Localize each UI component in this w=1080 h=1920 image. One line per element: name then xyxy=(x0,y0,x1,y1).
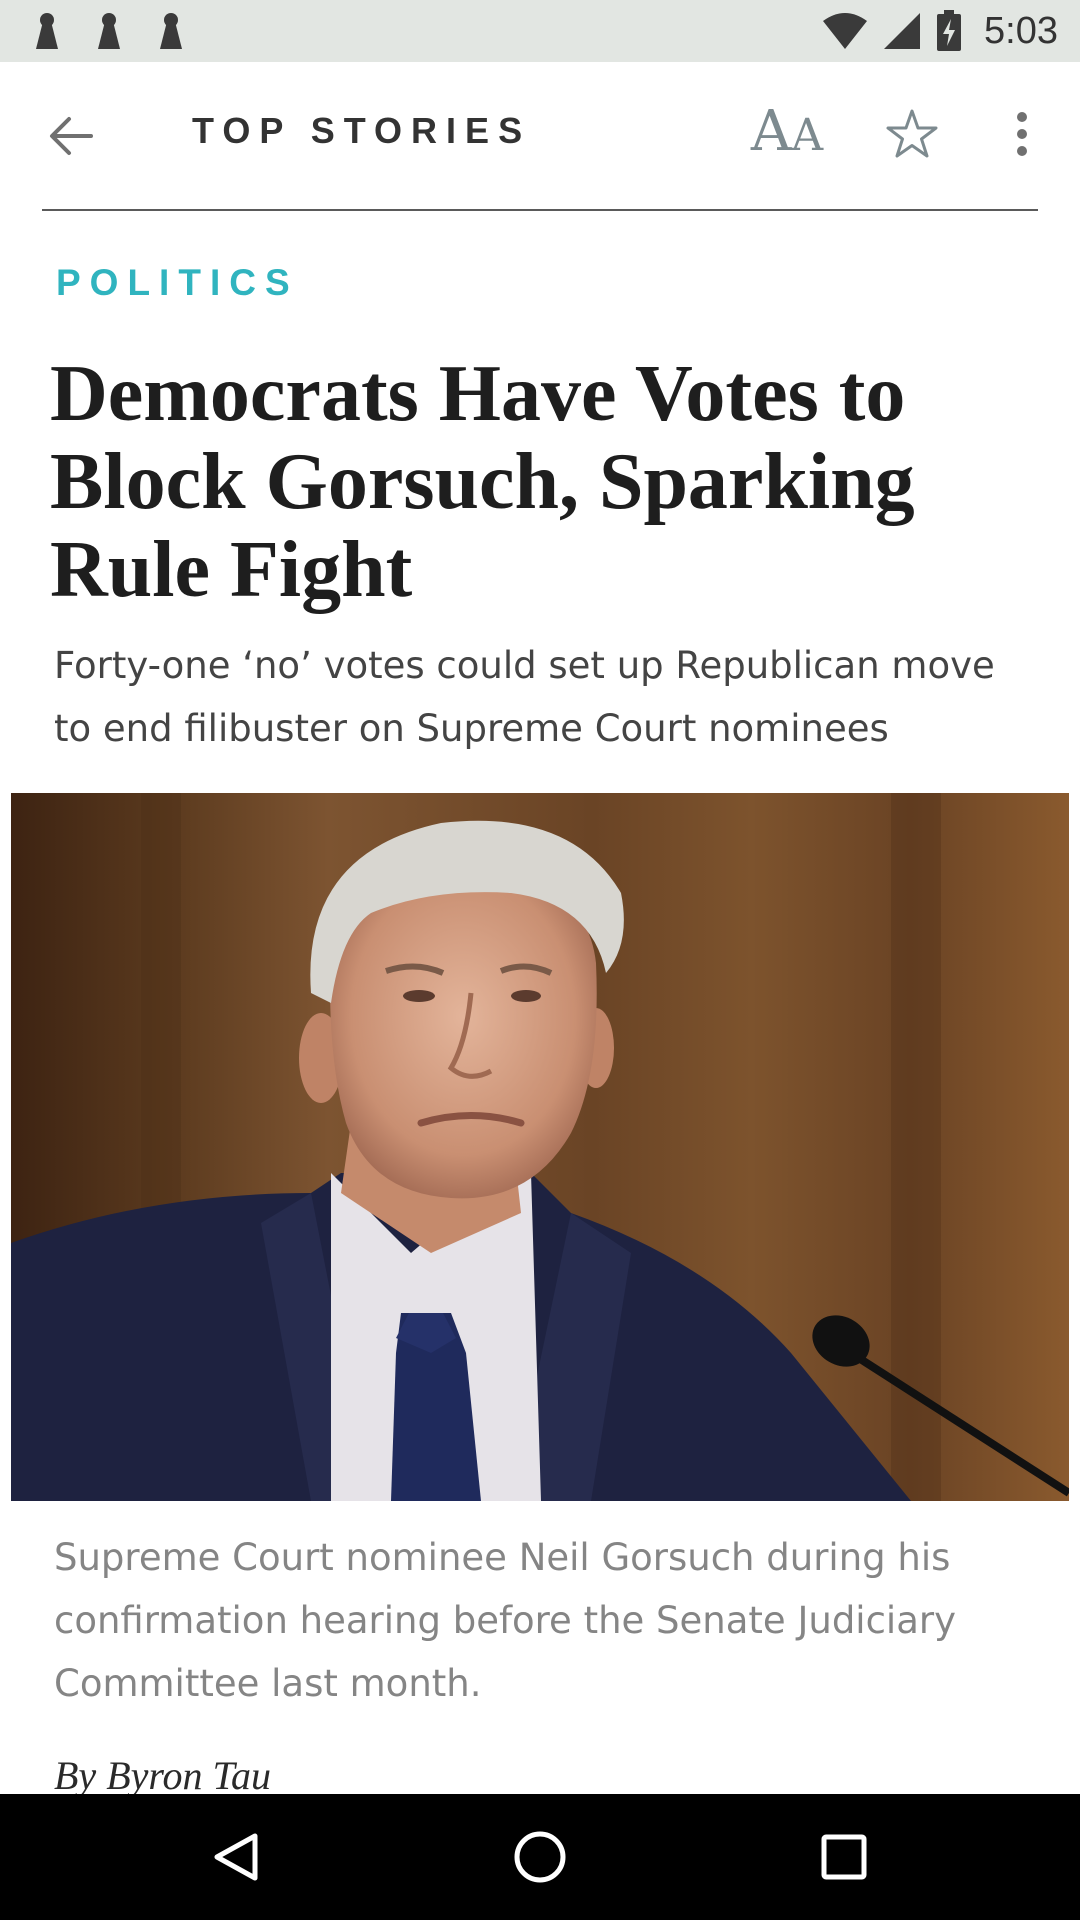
nav-recents-button[interactable] xyxy=(804,1822,884,1892)
text-size-button[interactable]: AA xyxy=(750,99,824,164)
back-triangle-icon xyxy=(214,1833,258,1881)
section-label[interactable]: POLITICS xyxy=(56,262,299,304)
photo-caption: Supreme Court nominee Neil Gorsuch durin… xyxy=(54,1536,956,1705)
byline[interactable]: By Byron Tau xyxy=(54,1752,271,1799)
status-time: 5:03 xyxy=(984,9,1058,52)
header-divider xyxy=(42,209,1038,211)
status-icons: 5:03 xyxy=(822,10,1058,53)
recents-square-icon xyxy=(821,1834,867,1880)
status-bar: 5:03 xyxy=(0,0,1080,62)
article-photo[interactable] xyxy=(11,793,1069,1501)
back-button[interactable] xyxy=(40,108,100,164)
app-bar: TOP STORIES AA xyxy=(0,62,1080,210)
battery-charging-icon xyxy=(937,10,962,51)
cell-signal-icon xyxy=(884,13,921,49)
article-dek: Forty-one ‘no’ votes could set up Republ… xyxy=(54,644,995,750)
text-size-icon: AA xyxy=(750,99,824,164)
nav-back-button[interactable] xyxy=(196,1822,276,1892)
article-headline: Democrats Have Votes to Block Gorsuch, S… xyxy=(50,350,915,614)
nav-home-button[interactable] xyxy=(500,1822,580,1892)
keyhole-icon xyxy=(158,11,184,51)
page-title: TOP STORIES xyxy=(192,110,532,151)
star-icon xyxy=(886,109,938,158)
wifi-icon xyxy=(823,13,868,49)
back-arrow-icon xyxy=(50,117,93,155)
home-circle-icon xyxy=(514,1831,566,1883)
more-vert-icon xyxy=(1017,112,1027,156)
system-nav-bar xyxy=(0,1794,1080,1920)
save-star-button[interactable] xyxy=(880,102,944,166)
more-options-button[interactable] xyxy=(1004,102,1040,166)
keyhole-icon xyxy=(34,11,60,51)
notification-icons xyxy=(34,11,184,51)
keyhole-icon xyxy=(96,11,122,51)
